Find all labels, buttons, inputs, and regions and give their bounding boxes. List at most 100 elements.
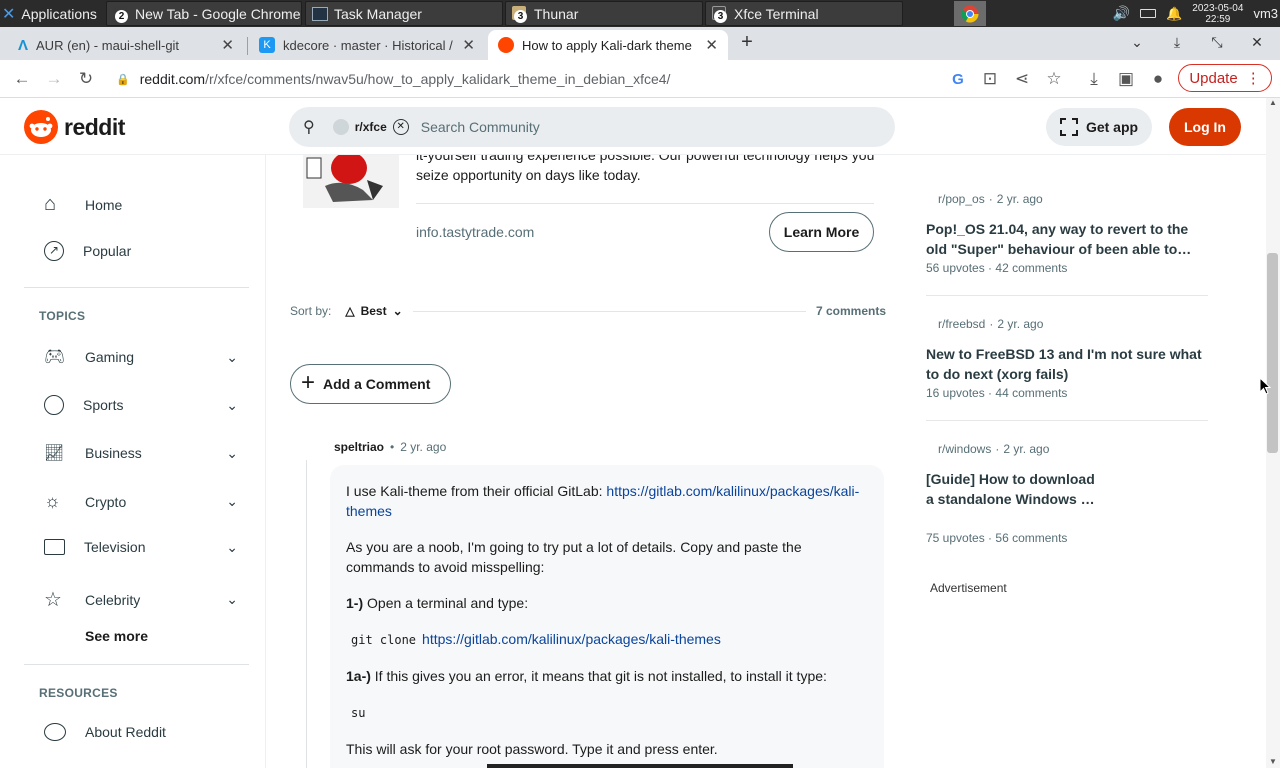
google-lens-icon[interactable]: G bbox=[946, 68, 970, 90]
scroll-up-arrow-icon[interactable]: ▲ bbox=[1266, 98, 1280, 107]
tab-reddit-active[interactable]: How to apply Kali-dark theme ✕ bbox=[488, 30, 728, 60]
thread-line[interactable] bbox=[306, 460, 307, 768]
ball-icon bbox=[44, 395, 64, 415]
related-post[interactable]: r/pop_os · 2 yr. ago Pop!_OS 21.04, any wa… bbox=[926, 192, 1208, 275]
learn-more-label: Learn More bbox=[783, 224, 860, 240]
browser-toolbar: ← → ↻ 🔒 reddit.com/r/xfce/comments/nwav5… bbox=[0, 60, 1280, 98]
ad-domain[interactable]: info.tastytrade.com bbox=[416, 224, 534, 240]
add-comment-label: Add a Comment bbox=[323, 376, 431, 392]
see-more-link[interactable]: See more bbox=[85, 628, 148, 644]
tab-search-chevron-icon[interactable]: ⌄ bbox=[1126, 34, 1148, 54]
clock[interactable]: 2023-05-04 22:59 bbox=[1192, 3, 1243, 25]
url-host: reddit.com bbox=[139, 71, 206, 87]
gitlab-clone-link[interactable]: https://gitlab.com/kalilinux/packages/ka… bbox=[422, 631, 721, 647]
ad-illustration bbox=[303, 155, 399, 208]
taskbar-window-task-manager[interactable]: Task Manager bbox=[305, 1, 503, 26]
tab-close-icon[interactable]: ✕ bbox=[221, 36, 234, 54]
comment-author[interactable]: speltriao bbox=[334, 440, 384, 454]
search-input[interactable] bbox=[420, 119, 821, 135]
horizontal-scroll-indicator[interactable] bbox=[487, 764, 793, 768]
tab-title: AUR (en) - maui-shell-git bbox=[36, 37, 180, 53]
related-post-title[interactable]: [Guide] How to download a standalone Win… bbox=[926, 469, 1106, 509]
taskbar-window-thunar[interactable]: 3 Thunar bbox=[505, 1, 703, 26]
notification-bell-icon[interactable]: 🔔 bbox=[1166, 6, 1182, 22]
new-tab-plus-icon[interactable]: + bbox=[736, 31, 758, 53]
scrollbar-thumb[interactable] bbox=[1267, 253, 1278, 453]
forward-arrow-icon[interactable]: → bbox=[42, 68, 66, 90]
sidebar-item-television[interactable]: Television ⌄ bbox=[44, 539, 244, 555]
update-button[interactable]: Update ⋮ bbox=[1178, 64, 1272, 92]
topic-label: Gaming bbox=[85, 349, 135, 365]
community-name[interactable]: r/freebsd bbox=[938, 317, 985, 331]
sidebar-item-gaming[interactable]: 🎮︎ Gaming ⌄ bbox=[44, 347, 244, 367]
tab-kdecore[interactable]: K kdecore · master · Historical / KDE ✕ bbox=[249, 30, 485, 60]
profile-avatar-icon[interactable]: ● bbox=[1146, 68, 1170, 90]
back-arrow-icon[interactable]: ← bbox=[10, 68, 34, 90]
comment-step: 1-) Open a terminal and type: bbox=[346, 595, 529, 611]
chevron-down-icon: ⌄ bbox=[226, 591, 238, 607]
sort-dropdown[interactable]: △ Best ⌄ bbox=[345, 304, 402, 318]
reddit-logo[interactable]: reddit bbox=[24, 110, 125, 144]
aur-icon: Ʌ bbox=[18, 36, 29, 54]
applications-menu[interactable]: ✕ Applications ⋮ bbox=[2, 1, 104, 26]
sidebar-item-sports[interactable]: Sports ⌄ bbox=[44, 395, 244, 415]
side-panel-icon[interactable]: ▣ bbox=[1114, 68, 1138, 90]
terminal-icon: 3 bbox=[712, 5, 728, 23]
nav-home[interactable]: ⌂ Home bbox=[44, 193, 244, 216]
tab-close-icon[interactable]: ✕ bbox=[705, 36, 718, 54]
related-post-stats: 75 upvotes · 56 comments bbox=[926, 531, 1068, 545]
learn-more-button[interactable]: Learn More bbox=[769, 212, 874, 252]
battery-icon[interactable] bbox=[1140, 9, 1157, 18]
nav-popular[interactable]: ↗ Popular bbox=[44, 241, 244, 261]
search-bar[interactable]: ⚲ r/xfce ✕ bbox=[289, 107, 895, 147]
left-sidebar: ⌂ Home ↗ Popular TOPICS 🎮︎ Gaming ⌄ Spor… bbox=[0, 155, 266, 768]
comment-count: 7 comments bbox=[815, 304, 886, 318]
volume-icon[interactable]: 🔊 bbox=[1113, 5, 1130, 22]
ad-image[interactable] bbox=[303, 155, 399, 208]
vertical-scrollbar[interactable]: ▲ ▼ bbox=[1266, 98, 1280, 768]
scroll-down-arrow-icon[interactable]: ▼ bbox=[1266, 757, 1280, 766]
topic-label: Sports bbox=[83, 397, 124, 413]
tab-aur[interactable]: Ʌ AUR (en) - maui-shell-git ✕ bbox=[8, 30, 244, 60]
chrome-launcher[interactable] bbox=[954, 1, 986, 26]
about-label: About Reddit bbox=[85, 724, 166, 740]
chrome-logo-icon bbox=[961, 5, 979, 22]
nav-about-reddit[interactable]: About Reddit bbox=[44, 723, 244, 741]
add-comment-button[interactable]: + Add a Comment bbox=[290, 364, 451, 404]
minimize-icon[interactable]: ⤓ bbox=[1166, 34, 1188, 54]
sidebar-item-crypto[interactable]: ☼ Crypto ⌄ bbox=[44, 491, 244, 512]
tab-close-icon[interactable]: ✕ bbox=[462, 36, 475, 54]
sidebar-item-celebrity[interactable]: ☆ Celebrity ⌄ bbox=[44, 587, 244, 612]
related-posts-column: r/pop_os · 2 yr. ago Pop!_OS 21.04, any wa… bbox=[906, 155, 1266, 768]
related-post-title[interactable]: New to FreeBSD 13 and I'm not sure what … bbox=[926, 344, 1208, 384]
sidebar-item-business[interactable]: 📈︎ Business ⌄ bbox=[44, 443, 244, 463]
log-in-label: Log In bbox=[1184, 119, 1226, 135]
popular-arrow-icon: ↗ bbox=[44, 241, 64, 261]
bookmark-star-icon[interactable]: ☆ bbox=[1042, 68, 1066, 90]
get-app-button[interactable]: Get app bbox=[1046, 108, 1152, 146]
topic-label: Celebrity bbox=[85, 591, 141, 608]
related-post[interactable]: r/freebsd · 2 yr. ago New to FreeBSD 13 an… bbox=[926, 317, 1208, 400]
remove-chip-icon[interactable]: ✕ bbox=[392, 119, 409, 135]
share-icon[interactable]: ⋖ bbox=[1010, 68, 1034, 90]
rocket-icon: △ bbox=[345, 304, 355, 318]
related-post-title[interactable]: Pop!_OS 21.04, any way to revert to the … bbox=[926, 219, 1208, 259]
downloads-icon[interactable]: ⤓ bbox=[1082, 68, 1106, 90]
comment-paragraph: I use Kali-theme from their official Git… bbox=[346, 483, 860, 519]
sun-icon: ☼ bbox=[44, 491, 61, 511]
taskbar-window-terminal[interactable]: 3 Xfce Terminal bbox=[705, 1, 903, 26]
comment-header: speltriao • 2 yr. ago bbox=[334, 440, 447, 454]
restore-icon[interactable]: ⤡ bbox=[1206, 34, 1228, 54]
mouse-cursor-icon bbox=[1259, 377, 1271, 395]
community-name[interactable]: r/pop_os bbox=[938, 192, 985, 206]
log-in-button[interactable]: Log In bbox=[1169, 108, 1241, 146]
address-bar[interactable]: 🔒 reddit.com/r/xfce/comments/nwav5u/how_… bbox=[108, 64, 938, 94]
taskbar-window-chrome[interactable]: 2 New Tab - Google Chrome bbox=[106, 1, 302, 26]
get-app-label: Get app bbox=[1085, 119, 1139, 135]
install-app-icon[interactable]: ⊡ bbox=[978, 68, 1002, 90]
community-name[interactable]: r/windows bbox=[938, 442, 991, 456]
reload-icon[interactable]: ↻ bbox=[74, 68, 98, 90]
related-post[interactable]: r/windows · 2 yr. ago [Guide] How to downl… bbox=[926, 442, 1208, 545]
qr-code-icon bbox=[1059, 118, 1078, 136]
close-window-icon[interactable]: ✕ bbox=[1246, 34, 1268, 54]
